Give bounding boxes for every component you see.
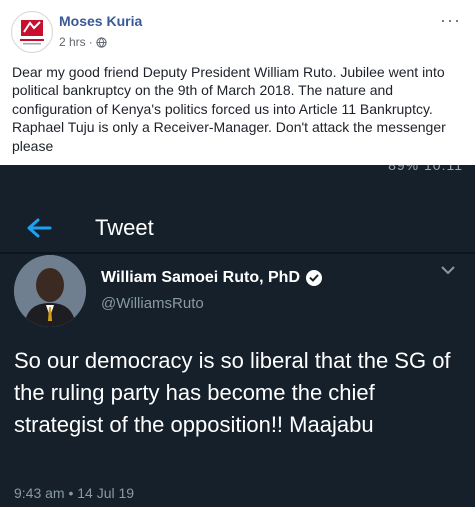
tweet-header: Tweet (0, 177, 475, 251)
tweet-timestamp[interactable]: 9:43 am • 14 Jul 19 (14, 485, 134, 501)
post-header: Moses Kuria 2 hrs · ··· (0, 0, 475, 58)
tweet-author-name-text: William Samoei Ruto, PhD (101, 269, 300, 286)
tweet-screenshot: 89% 10:11 Tweet William Samoei Ruto, PhD… (0, 165, 475, 507)
globe-icon[interactable] (96, 36, 107, 48)
status-text: 89% 10:11 (388, 165, 463, 173)
verified-badge-icon (306, 270, 322, 286)
author-name[interactable]: Moses Kuria (59, 13, 142, 29)
post-time[interactable]: 2 hrs (59, 35, 86, 49)
header-divider (0, 252, 475, 254)
tweet-avatar[interactable] (14, 255, 86, 327)
post-text: Dear my good friend Deputy President Wil… (12, 64, 446, 154)
back-arrow-icon[interactable] (26, 217, 52, 239)
tweet-header-title: Tweet (95, 215, 154, 240)
tweet-handle[interactable]: @WilliamsRuto (101, 295, 204, 312)
tweet-author-name[interactable]: William Samoei Ruto, PhD (101, 269, 322, 287)
more-icon[interactable]: ··· (440, 10, 461, 31)
tweet-text: So our democracy is so liberal that the … (14, 348, 451, 437)
post-meta: 2 hrs · (59, 35, 107, 49)
profile-avatar[interactable] (11, 11, 53, 53)
status-bar: 89% 10:11 (0, 165, 475, 177)
chevron-down-icon[interactable] (441, 265, 455, 275)
